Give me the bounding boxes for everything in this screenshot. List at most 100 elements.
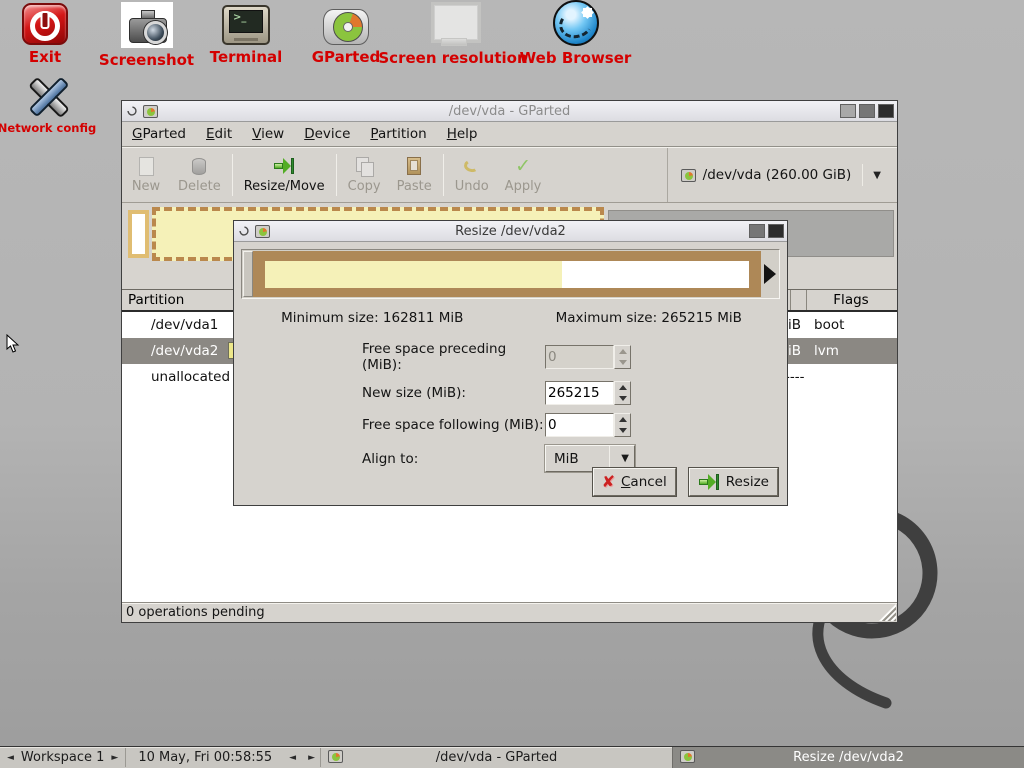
partition-visual-vda1[interactable] <box>128 210 149 258</box>
toolbar-new-button[interactable]: New <box>122 148 170 202</box>
undo-icon <box>463 159 480 174</box>
tools-icon <box>22 74 72 118</box>
desktop-icon-label: Screen resolution <box>378 49 527 67</box>
spin-up-icon <box>615 346 630 357</box>
resize-slider <box>241 249 780 299</box>
toolbar-resize-move-button[interactable]: Resize/Move <box>236 148 333 202</box>
debian-swirl-icon <box>237 224 251 238</box>
workspace-label: Workspace 1 <box>21 750 104 765</box>
toolbar-separator <box>232 154 233 196</box>
task-scroll-arrows[interactable]: ◄ ► <box>284 748 321 767</box>
toolbar-apply-button[interactable]: ✓ Apply <box>497 148 550 202</box>
cancel-label: Cancel <box>621 474 667 490</box>
menu-partition[interactable]: Partition <box>360 123 436 145</box>
resize-bar-frame <box>253 251 761 297</box>
resize-grip[interactable] <box>879 604 896 621</box>
workspace-prev-icon[interactable]: ◄ <box>7 753 14 763</box>
minimize-button[interactable] <box>840 104 856 118</box>
toolbar-label: New <box>132 179 160 194</box>
toolbar-label: Resize/Move <box>244 179 325 194</box>
taskbar-item-resize-dialog[interactable]: Resize /dev/vda2 <box>672 747 1024 768</box>
menu-device[interactable]: Device <box>294 123 360 145</box>
toolbar-delete-button[interactable]: Delete <box>170 148 229 202</box>
desktop-icon-label: Network config <box>0 121 96 135</box>
taskbar-item-gparted[interactable]: /dev/vda - GParted <box>321 747 672 768</box>
toolbar-label: Undo <box>455 179 489 194</box>
desktop-icon-web-browser[interactable]: Web Browser <box>518 0 633 67</box>
toolbar-separator <box>336 154 337 196</box>
column-header-flags[interactable]: Flags <box>807 292 895 308</box>
paste-icon <box>407 157 421 175</box>
new-size-spinbox[interactable] <box>545 381 631 405</box>
column-header-partition[interactable]: Partition <box>128 292 184 308</box>
free-space-following-input[interactable] <box>545 413 614 437</box>
menu-view[interactable]: View <box>242 123 294 145</box>
toolbar-separator <box>443 154 444 196</box>
resize-arrow-icon <box>698 474 720 490</box>
combo-separator <box>862 164 863 186</box>
close-button[interactable] <box>768 224 784 238</box>
spin-down-icon <box>615 357 630 368</box>
menubar: GParted Edit View Device Partition Help <box>122 122 897 147</box>
field-label: Align to: <box>362 451 545 467</box>
cancel-button[interactable]: ✘ Cancel <box>593 468 676 496</box>
spin-buttons[interactable] <box>614 381 631 405</box>
globe-icon <box>553 0 599 46</box>
free-space-preceding-input <box>545 345 614 369</box>
desktop-icon-label: Terminal <box>210 48 283 66</box>
spin-up-icon <box>615 382 630 393</box>
close-button[interactable] <box>878 104 894 118</box>
column-divider <box>790 290 791 310</box>
align-to-value: MiB <box>554 451 579 467</box>
scroll-left-icon[interactable]: ◄ <box>289 753 296 763</box>
free-space-following-spinbox[interactable] <box>545 413 631 437</box>
spin-buttons[interactable] <box>614 413 631 437</box>
disk-pie-icon <box>323 9 369 45</box>
task-title: /dev/vda - GParted <box>436 750 558 765</box>
task-title: Resize /dev/vda2 <box>793 750 904 765</box>
desktop-icon-gparted[interactable]: GParted <box>305 9 387 66</box>
field-label: Free space following (MiB): <box>362 417 545 433</box>
maximize-button[interactable] <box>859 104 875 118</box>
desktop-icon-exit[interactable]: Exit <box>12 3 78 66</box>
workspace-next-icon[interactable]: ► <box>111 753 118 763</box>
desktop-icon-terminal[interactable]: Terminal <box>203 5 289 66</box>
resize-form: Free space preceding (MiB): New size (Mi… <box>362 341 787 472</box>
toolbar-paste-button[interactable]: Paste <box>389 148 440 202</box>
spin-down-icon <box>615 393 630 404</box>
menu-gparted[interactable]: GParted <box>122 123 196 145</box>
desktop-icon-screen-resolution[interactable]: Screen resolution <box>388 2 518 67</box>
desktop-icon-label: Web Browser <box>520 49 632 67</box>
minmax-labels: Minimum size: 162811 MiB Maximum size: 2… <box>234 310 787 326</box>
resize-bar[interactable] <box>265 261 749 288</box>
toolbar-copy-button[interactable]: Copy <box>340 148 389 202</box>
toolbar-label: Delete <box>178 179 221 194</box>
menu-help[interactable]: Help <box>437 123 488 145</box>
workspace-switcher[interactable]: ◄ Workspace 1 ► <box>0 748 126 767</box>
new-size-input[interactable] <box>545 381 614 405</box>
dialog-title: Resize /dev/vda2 <box>234 224 787 239</box>
device-selector-value: /dev/vda (260.00 GiB) <box>703 167 852 183</box>
row-right-fragment: iBboot <box>788 317 844 333</box>
chevron-down-icon: ▼ <box>616 453 634 464</box>
copy-icon <box>356 157 373 175</box>
chevron-down-icon: ▼ <box>870 170 884 181</box>
dialog-titlebar[interactable]: Resize /dev/vda2 <box>234 221 787 242</box>
clock: 10 May, Fri 00:58:55 <box>126 747 284 768</box>
desktop-icon-screenshot[interactable]: Screenshot <box>99 2 194 69</box>
partition-name: unallocated <box>151 369 230 385</box>
resize-right-handle-arrow[interactable] <box>761 264 778 284</box>
toolbar-undo-button[interactable]: Undo <box>447 148 497 202</box>
row-right-fragment: iBlvm <box>788 343 839 359</box>
gparted-app-icon <box>255 225 270 238</box>
resize-button[interactable]: Resize <box>689 468 778 496</box>
toolbar-label: Apply <box>505 179 542 194</box>
maximize-button[interactable] <box>749 224 765 238</box>
resize-left-handle[interactable] <box>243 251 253 297</box>
scroll-right-icon[interactable]: ► <box>308 753 315 763</box>
menu-edit[interactable]: Edit <box>196 123 242 145</box>
toolbar-label: Copy <box>348 179 381 194</box>
device-selector[interactable]: /dev/vda (260.00 GiB) ▼ <box>677 160 888 190</box>
desktop-icon-network-config[interactable]: Network config <box>6 74 88 135</box>
window-titlebar[interactable]: /dev/vda - GParted <box>122 101 897 122</box>
